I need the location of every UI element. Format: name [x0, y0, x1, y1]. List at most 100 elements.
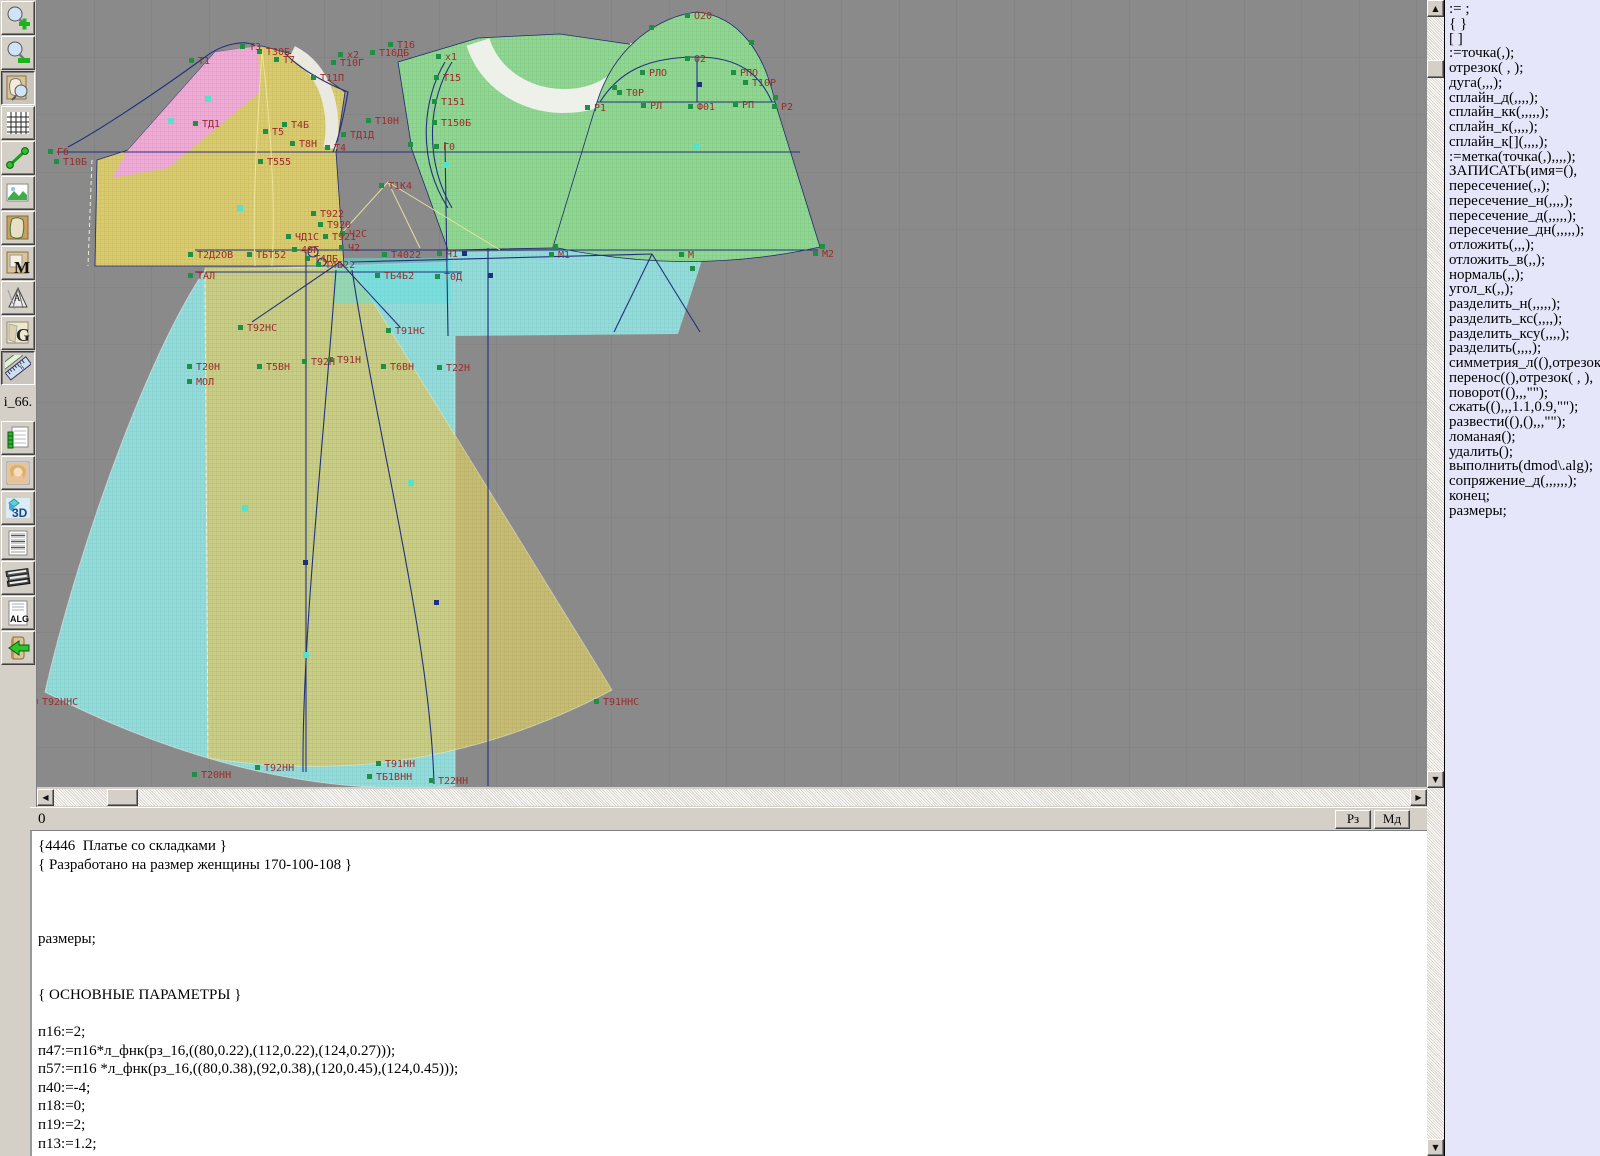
point-marker — [408, 480, 414, 486]
scroll-down-button[interactable]: ▼ — [1427, 771, 1444, 788]
command-item[interactable]: [ ] — [1449, 32, 1600, 47]
command-item[interactable]: размеры; — [1449, 504, 1600, 519]
grid-button[interactable] — [1, 106, 35, 140]
alg-document-icon: ALG — [5, 600, 31, 626]
point-marker — [376, 761, 381, 766]
command-item[interactable]: сплайн_кк(,,,,,); — [1449, 105, 1600, 120]
ruler-button[interactable]: 8 — [1, 351, 35, 385]
point-marker — [553, 244, 558, 249]
point-marker — [585, 105, 590, 110]
command-item[interactable]: ЗАПИСАТЬ(имя=(), — [1449, 164, 1600, 179]
point-label: О2 — [694, 54, 706, 65]
command-item[interactable]: угол_к(,,); — [1449, 282, 1600, 297]
point-marker — [305, 256, 310, 261]
zoom-out-button[interactable] — [1, 36, 35, 70]
command-item[interactable]: пересечение_д(,,,,,); — [1449, 209, 1600, 224]
point-label: Т0Р — [626, 88, 644, 99]
command-item[interactable]: := ; — [1449, 2, 1600, 17]
point-marker — [688, 104, 693, 109]
command-item[interactable]: выполнить(dmod\.alg); — [1449, 459, 1600, 474]
open-book-button[interactable] — [1, 631, 35, 665]
point-marker — [434, 600, 439, 605]
alg-button[interactable]: ALG — [1, 596, 35, 630]
rz-button[interactable]: Рз — [1335, 810, 1371, 829]
command-item[interactable]: сплайн_д(,,,,); — [1449, 91, 1600, 106]
point-label: Т16ДБ — [379, 48, 409, 59]
point-marker — [641, 103, 646, 108]
command-item[interactable]: ломаная(); — [1449, 430, 1600, 445]
m-tool-button[interactable]: M — [1, 246, 35, 280]
canvas-hscrollbar[interactable]: ◀ ▶ — [37, 789, 1427, 806]
command-item[interactable]: разделить_ксу(,,,,); — [1449, 327, 1600, 342]
status-bar: 0 Рз Мд — [30, 807, 1427, 830]
point-label: Р1 — [594, 103, 606, 114]
point-marker — [54, 159, 59, 164]
file-label: i_66. — [0, 386, 36, 420]
hscroll-thumb[interactable] — [107, 789, 138, 806]
point-marker — [443, 162, 449, 168]
svg-text:3D: 3D — [12, 506, 28, 520]
drafting-tools-button[interactable]: A — [1, 281, 35, 315]
point-marker — [303, 652, 309, 658]
command-item[interactable]: поворот((),,,""); — [1449, 386, 1600, 401]
command-item[interactable]: отрезок( , ); — [1449, 61, 1600, 76]
point-label: Т91НН — [385, 759, 415, 770]
point-marker — [488, 273, 493, 278]
command-item[interactable]: пересечение(,,); — [1449, 179, 1600, 194]
vscroll-thumb[interactable] — [1427, 60, 1444, 78]
segment-button[interactable] — [1, 141, 35, 175]
table-button[interactable] — [1, 421, 35, 455]
point-label: Т20НН — [201, 770, 231, 781]
segment-icon — [5, 145, 31, 171]
point-marker — [205, 96, 211, 102]
g-tool-button[interactable]: G — [1, 316, 35, 350]
command-item[interactable]: { } — [1449, 17, 1600, 32]
scroll-up-button[interactable]: ▲ — [1427, 0, 1444, 17]
image-button[interactable] — [1, 176, 35, 210]
point-label: Т6ВН — [390, 362, 414, 373]
point-marker — [240, 44, 245, 49]
command-item[interactable]: пересечение_н(,,,,); — [1449, 194, 1600, 209]
list-button[interactable] — [1, 526, 35, 560]
command-item[interactable]: разделить_кс(,,,,); — [1449, 312, 1600, 327]
command-item[interactable]: пересечение_дн(,,,,,); — [1449, 223, 1600, 238]
point-label: Т91Н — [337, 355, 361, 366]
md-button[interactable]: Мд — [1374, 810, 1410, 829]
command-item[interactable]: удалить(); — [1449, 445, 1600, 460]
point-marker — [286, 234, 291, 239]
point-marker — [311, 211, 316, 216]
view-piece-button[interactable] — [1, 71, 35, 105]
drawing-canvas[interactable]: Т1Т3Т30БТ7х2Т10ГТ11ПТ4БТД1Т5Т555ГбТ10БТ8… — [37, 0, 1427, 787]
program-editor[interactable]: {4446 Платье со складками } { Разработан… — [30, 830, 1427, 1156]
command-item[interactable]: сплайн_к[](,,,,); — [1449, 135, 1600, 150]
pattern-piece-button[interactable] — [1, 211, 35, 245]
scroll-left-button[interactable]: ◀ — [37, 789, 54, 806]
svg-text:M: M — [14, 258, 30, 276]
command-item[interactable]: сжать((),,,1.1,0.9,""); — [1449, 400, 1600, 415]
point-label: Т7 — [283, 55, 295, 66]
point-label: РЛО — [649, 68, 667, 79]
command-item[interactable]: сопряжение_д(,,,,,,); — [1449, 474, 1600, 489]
books-button[interactable] — [1, 561, 35, 595]
scroll-down-button-2[interactable]: ▼ — [1427, 1139, 1444, 1156]
command-item[interactable]: симметрия_л((),отрезок — [1449, 356, 1600, 371]
command-item[interactable]: отложить(,,,); — [1449, 238, 1600, 253]
vscrollbar[interactable]: ▲ ▼ ▼ — [1427, 0, 1444, 1156]
command-item[interactable]: разделить_н(,,,,,); — [1449, 297, 1600, 312]
command-item[interactable]: перенос((),отрезок( , ), — [1449, 371, 1600, 386]
command-item[interactable]: нормаль(,,); — [1449, 268, 1600, 283]
command-item[interactable]: отложить_в(,,); — [1449, 253, 1600, 268]
command-item[interactable]: разделить(,,,,); — [1449, 341, 1600, 356]
command-item[interactable]: дуга(,,,); — [1449, 76, 1600, 91]
command-item[interactable]: сплайн_к(,,,,); — [1449, 120, 1600, 135]
command-item[interactable]: :=точка(,); — [1449, 46, 1600, 61]
scroll-right-button[interactable]: ▶ — [1410, 789, 1427, 806]
command-item[interactable]: конец; — [1449, 489, 1600, 504]
table-icon — [5, 425, 31, 451]
command-item[interactable]: :=метка(точка(,),,,,); — [1449, 150, 1600, 165]
3d-button[interactable]: 3D — [1, 491, 35, 525]
command-item[interactable]: развести((),(),,,""); — [1449, 415, 1600, 430]
photo-button[interactable] — [1, 456, 35, 490]
zoom-in-button[interactable] — [1, 1, 35, 35]
point-label: Ф01 — [697, 102, 715, 113]
